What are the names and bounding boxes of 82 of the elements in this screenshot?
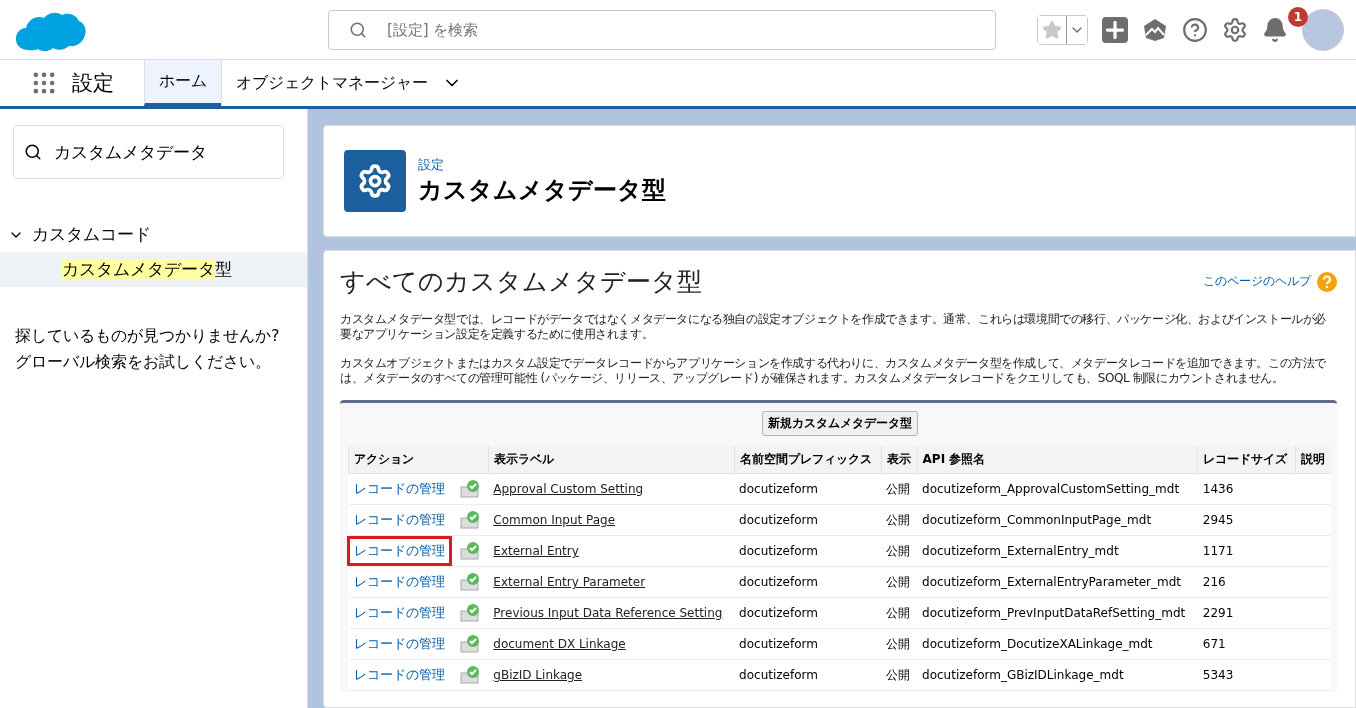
- manage-records-link[interactable]: レコードの管理: [346, 505, 452, 535]
- avatar[interactable]: [1302, 8, 1344, 51]
- table-cell: 公開: [881, 597, 918, 629]
- column-header: 名前空間プレフィックス: [734, 446, 882, 474]
- nav-tab[interactable]: ホーム: [144, 60, 221, 106]
- manage-records-link[interactable]: レコードの管理: [346, 474, 452, 504]
- favorites-menu-button[interactable]: [1066, 15, 1087, 44]
- checked-item-icon: [459, 480, 480, 498]
- checked-item-icon: [459, 604, 480, 622]
- checked-item-icon: [459, 511, 480, 529]
- add-button[interactable]: [1102, 16, 1128, 43]
- label-link[interactable]: document DX Linkage: [493, 637, 626, 651]
- app-name: 設定: [71, 70, 115, 97]
- table-cell: 671: [1197, 628, 1296, 660]
- table-cell: docutizeform: [734, 535, 882, 567]
- table-cell: docutizeform_ApprovalCustomSetting_mdt: [917, 473, 1198, 505]
- column-header: 表示: [881, 446, 918, 474]
- label-link[interactable]: Common Input Page: [493, 513, 616, 527]
- table-cell: 216: [1197, 566, 1296, 598]
- settings-icon: [344, 150, 406, 212]
- table-cell: docutizeform_PrevInputDataRefSetting_mdt: [917, 597, 1198, 629]
- table-cell: docutizeform: [734, 628, 882, 660]
- new-button[interactable]: 新規カスタムメタデータ型: [761, 411, 918, 436]
- hint-text: 探しているものが見つかりませんか? グローバル検索をお試しください。: [15, 325, 281, 373]
- table-cell: docutizeform_ExternalEntryParameter_mdt: [917, 566, 1198, 598]
- label-link[interactable]: Previous Input Data Reference Setting: [493, 606, 723, 620]
- column-header: アクション: [348, 446, 489, 474]
- settings-icon[interactable]: [1222, 16, 1248, 43]
- help-icon[interactable]: [1182, 16, 1208, 43]
- table-cell: docutizeform: [734, 566, 882, 598]
- search-icon: [349, 20, 367, 39]
- manage-records-link[interactable]: レコードの管理: [346, 598, 452, 628]
- table-cell: 2291: [1197, 597, 1296, 629]
- notifications-button[interactable]: [1262, 16, 1288, 43]
- table-cell: 2945: [1197, 504, 1296, 536]
- search-icon: [24, 143, 42, 161]
- table-cell: 1171: [1197, 535, 1296, 567]
- tree-group[interactable]: カスタムコード: [0, 223, 159, 246]
- column-header: API 参照名: [917, 446, 1198, 474]
- table-cell: docutizeform_GBizIDLinkage_mdt: [917, 659, 1198, 691]
- table-cell: 公開: [881, 504, 918, 536]
- table-cell: 公開: [881, 473, 918, 505]
- checked-item-icon: [459, 542, 480, 560]
- checked-item-icon: [459, 635, 480, 653]
- column-header: レコードサイズ: [1197, 446, 1296, 474]
- table-cell: 公開: [881, 659, 918, 691]
- label-link[interactable]: gBizID Linkage: [493, 668, 583, 682]
- breadcrumb[interactable]: 設定: [418, 156, 666, 174]
- manage-records-link[interactable]: レコードの管理: [346, 536, 452, 566]
- manage-records-link[interactable]: レコードの管理: [346, 660, 452, 690]
- table-cell: docutizeform_CommonInputPage_mdt: [917, 504, 1198, 536]
- table-cell: docutizeform: [734, 473, 882, 505]
- table-cell: docutizeform: [734, 504, 882, 536]
- table-cell: docutizeform_ExternalEntry_mdt: [917, 535, 1198, 567]
- help-icon: [1317, 271, 1337, 292]
- search-field[interactable]: [設定] を検索: [328, 9, 996, 50]
- mountain-icon[interactable]: [1142, 17, 1168, 42]
- table-cell: docutizeform: [734, 597, 882, 629]
- section-title: すべてのカスタムメタデータ型: [340, 266, 702, 298]
- label-link[interactable]: External Entry Parameter: [493, 575, 646, 589]
- notification-badge: 1: [1288, 6, 1308, 27]
- checked-item-icon: [459, 573, 480, 591]
- manage-records-link[interactable]: レコードの管理: [346, 567, 452, 597]
- label-link[interactable]: Approval Custom Setting: [493, 482, 644, 496]
- table-cell: docutizeform: [734, 659, 882, 691]
- quick-find-field[interactable]: カスタムメタデータ: [13, 125, 284, 179]
- tree-item[interactable]: カスタムメタデータ型: [0, 252, 307, 287]
- column-header: 説明: [1295, 446, 1331, 474]
- checked-item-icon: [459, 666, 480, 684]
- table-cell: 公開: [881, 566, 918, 598]
- label-link[interactable]: External Entry: [493, 544, 579, 558]
- table-cell: 5343: [1197, 659, 1296, 691]
- column-header: 表示ラベル: [488, 446, 735, 474]
- table-cell: 公開: [881, 535, 918, 567]
- description-text: カスタムオブジェクトまたはカスタム設定でデータレコードからアプリケーションを作成する代わりに、カスタムメタデータ型を作成して、メタデータレコードを追加できます。この方法では、メタデータのすべての管理可能性 (パッケージ、リリース、アップグレード) が確保されます。カスタムメタデータレコードをクエリしても、SOQL 制限にカウントされません。: [340, 356, 1327, 386]
- page-title: カスタムメタデータ型: [418, 175, 666, 206]
- table-cell: 公開: [881, 628, 918, 660]
- table-cell: docutizeform_DocutizeXALinkage_mdt: [917, 628, 1198, 660]
- help-link[interactable]: このページのヘルプ: [1203, 271, 1337, 292]
- description-text: カスタムメタデータ型では、レコードがデータではなくメタデータになる独自の設定オブジェクトを作成できます。通常、これらは環境間での移行、パッケージ化、およびインストールが必要なアプリケーション設定を定義するために使用されます。: [340, 312, 1327, 342]
- manage-records-link[interactable]: レコードの管理: [346, 629, 452, 659]
- table-cell: 1436: [1197, 473, 1296, 505]
